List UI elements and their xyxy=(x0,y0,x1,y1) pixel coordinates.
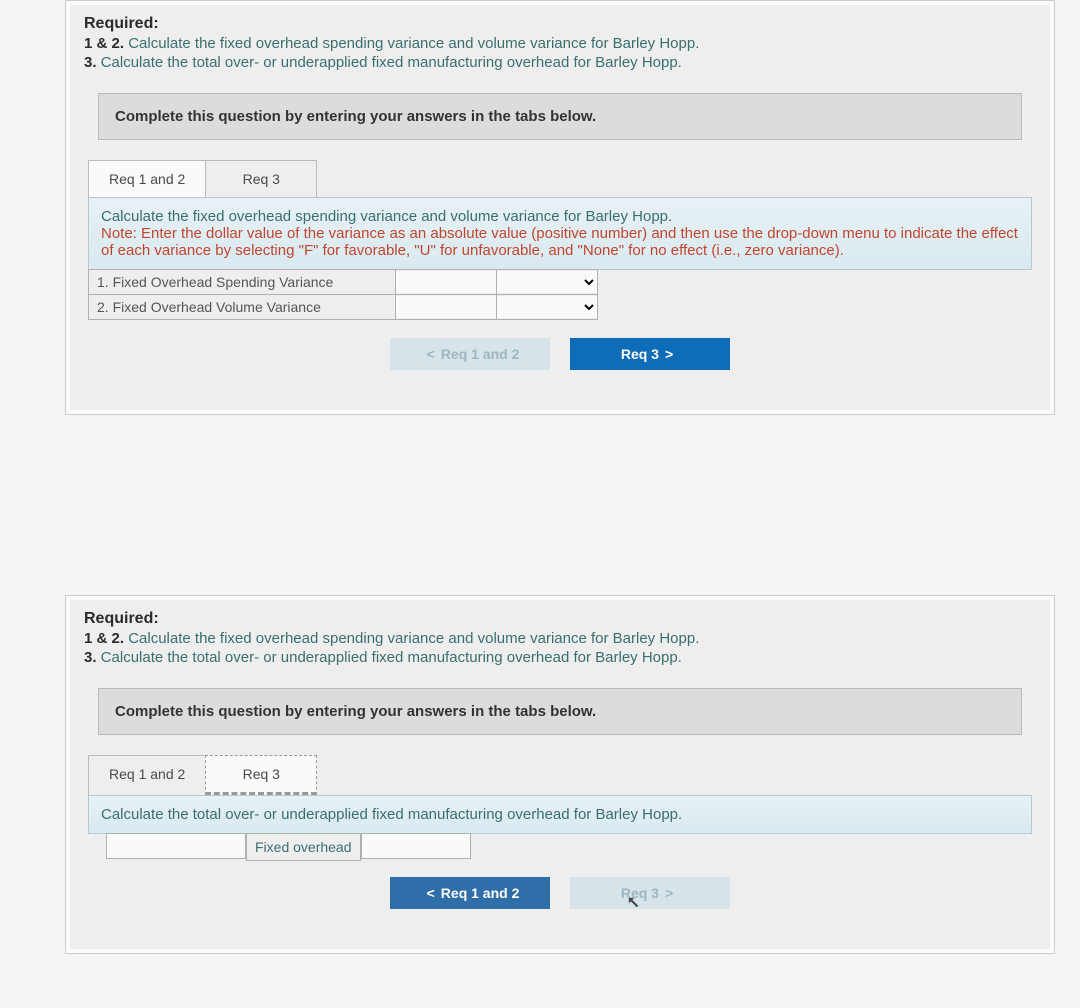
required-line-2b-num: 3. xyxy=(84,649,97,666)
row-1-label: 1. Fixed Overhead Spending Variance xyxy=(89,270,396,295)
fixed-overhead-label: Fixed overhead xyxy=(246,833,361,861)
nav-prev-button-2[interactable]: < Req 1 and 2 xyxy=(390,877,550,909)
required-line-2: 3. Calculate the total over- or underapp… xyxy=(84,54,1036,71)
required-line-2b-text: Calculate the total over- or underapplie… xyxy=(97,649,682,666)
row-2-value-cell xyxy=(396,295,497,320)
required-block-2: Required: 1 & 2. Calculate the fixed ove… xyxy=(70,600,1050,674)
tabs-row-2: Req 1 and 2 Req 3 xyxy=(88,755,1050,795)
tab-req-3[interactable]: Req 3 xyxy=(205,160,317,197)
row-1-value-input[interactable] xyxy=(396,271,496,293)
nav-next-label: Req 3 xyxy=(621,346,659,362)
row-1-effect-cell xyxy=(497,270,598,295)
nav-next-button[interactable]: Req 3 > xyxy=(570,338,730,370)
nav-prev-label: Req 1 and 2 xyxy=(441,346,520,362)
answer-table: 1. Fixed Overhead Spending Variance 2. F… xyxy=(88,269,598,320)
row-2-effect-cell xyxy=(497,295,598,320)
question-card-2-inner: Required: 1 & 2. Calculate the fixed ove… xyxy=(70,600,1050,949)
chevron-right-icon: > xyxy=(665,885,673,901)
required-line-1-text: Calculate the fixed overhead spending va… xyxy=(124,35,699,52)
prompt-main: Calculate the fixed overhead spending va… xyxy=(101,208,672,225)
nav-row-2: < Req 1 and 2 Req 3 > ⭦ xyxy=(70,877,1050,909)
nav-next-button-2: Req 3 > ⭦ xyxy=(570,877,730,909)
prompt-box-2: Calculate the total over- or underapplie… xyxy=(88,795,1032,834)
question-card-1-inner: Required: 1 & 2. Calculate the fixed ove… xyxy=(70,5,1050,410)
required-label: Required: xyxy=(84,15,159,32)
tabs-row: Req 1 and 2 Req 3 xyxy=(88,160,1050,197)
chevron-left-icon: < xyxy=(427,346,435,362)
row-1-value-cell xyxy=(396,270,497,295)
answer-row-2: Fixed overhead xyxy=(106,833,1032,859)
required-line-2-text: Calculate the total over- or underapplie… xyxy=(97,54,682,71)
tab-req-1-2b[interactable]: Req 1 and 2 xyxy=(88,755,206,795)
table-row: 1. Fixed Overhead Spending Variance xyxy=(89,270,598,295)
required-line-1b-num: 1 & 2. xyxy=(84,630,124,647)
row-2-value-input[interactable] xyxy=(396,296,496,318)
required-line-2-num: 3. xyxy=(84,54,97,71)
overhead-type-input[interactable] xyxy=(106,833,246,859)
cursor-icon: ⭦ xyxy=(628,895,638,913)
prompt-note: Note: Enter the dollar value of the vari… xyxy=(101,225,1018,259)
nav-prev-button: < Req 1 and 2 xyxy=(390,338,550,370)
overhead-amount-input[interactable] xyxy=(361,833,471,859)
required-line-1b: 1 & 2. Calculate the fixed overhead spen… xyxy=(84,630,1036,647)
row-2-label: 2. Fixed Overhead Volume Variance xyxy=(89,295,396,320)
required-label-2: Required: xyxy=(84,610,159,627)
question-card-2: Required: 1 & 2. Calculate the fixed ove… xyxy=(65,595,1055,954)
nav-prev-label-2: Req 1 and 2 xyxy=(441,885,520,901)
chevron-left-icon: < xyxy=(427,885,435,901)
tab-req-3b[interactable]: Req 3 xyxy=(205,755,317,795)
tab-req-1-2[interactable]: Req 1 and 2 xyxy=(88,160,206,197)
nav-next-label-2: Req 3 xyxy=(621,885,659,901)
prompt-box: Calculate the fixed overhead spending va… xyxy=(88,197,1032,270)
nav-row: < Req 1 and 2 Req 3 > xyxy=(70,338,1050,370)
question-card-1: Required: 1 & 2. Calculate the fixed ove… xyxy=(65,0,1055,415)
row-2-effect-select[interactable] xyxy=(497,296,597,318)
spacer xyxy=(0,415,1080,595)
required-line-1: 1 & 2. Calculate the fixed overhead spen… xyxy=(84,35,1036,52)
row-1-effect-select[interactable] xyxy=(497,271,597,293)
required-line-1b-text: Calculate the fixed overhead spending va… xyxy=(124,630,699,647)
table-row: 2. Fixed Overhead Volume Variance xyxy=(89,295,598,320)
chevron-right-icon: > xyxy=(665,346,673,362)
required-line-1-num: 1 & 2. xyxy=(84,35,124,52)
required-line-2b: 3. Calculate the total over- or underapp… xyxy=(84,649,1036,666)
prompt-main-2: Calculate the total over- or underapplie… xyxy=(101,806,682,823)
instruction-bar: Complete this question by entering your … xyxy=(98,93,1022,140)
required-block: Required: 1 & 2. Calculate the fixed ove… xyxy=(70,5,1050,79)
instruction-bar-2: Complete this question by entering your … xyxy=(98,688,1022,735)
